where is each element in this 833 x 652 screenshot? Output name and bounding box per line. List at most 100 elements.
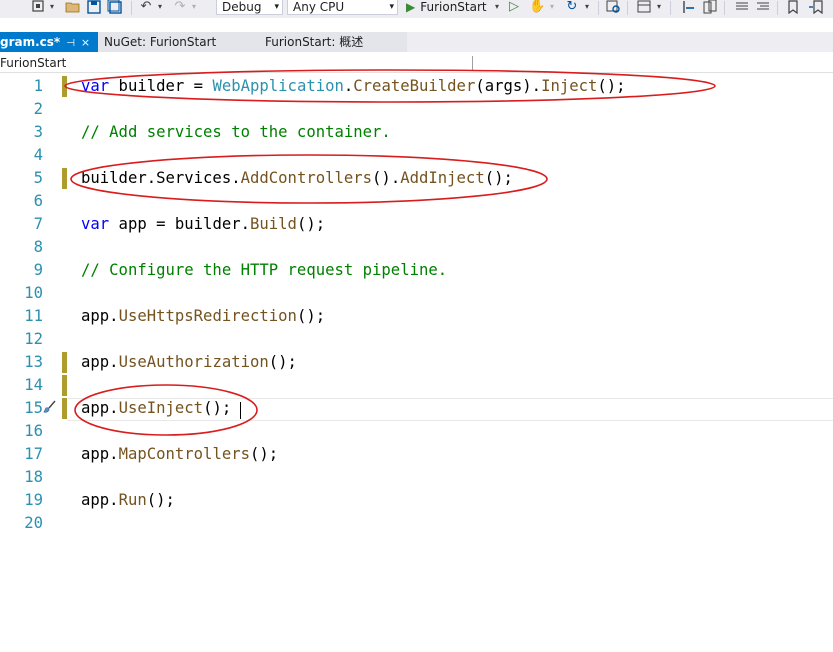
save-icon[interactable] xyxy=(86,0,102,14)
code-line[interactable]: 5 builder.Services.AddControllers().AddIn… xyxy=(0,167,833,190)
code-line[interactable]: 2 xyxy=(0,98,833,121)
code-token: // Add services to the container. xyxy=(81,123,391,141)
redo-icon[interactable]: ↷ xyxy=(172,0,188,14)
code-line[interactable]: 18 xyxy=(0,466,833,489)
toolbar-separator xyxy=(131,1,132,15)
platform-dropdown[interactable]: Any CPU ▾ xyxy=(287,0,398,15)
code-line[interactable]: 13 app.UseAuthorization(); xyxy=(0,351,833,374)
run-target-label: FurionStart xyxy=(420,0,487,14)
chevron-down-icon[interactable]: ▾ xyxy=(655,0,663,14)
code-text[interactable]: var builder = WebApplication.CreateBuild… xyxy=(81,75,626,98)
pin-icon[interactable]: ⊣ xyxy=(66,38,75,49)
code-token: Build xyxy=(250,215,297,233)
code-line[interactable]: 15 app.UseInject(); xyxy=(0,397,833,420)
chevron-down-icon[interactable]: ▾ xyxy=(583,0,591,14)
code-token: app. xyxy=(81,353,119,371)
line-number: 19 xyxy=(24,491,43,509)
code-token: // Configure the HTTP request pipeline. xyxy=(81,261,448,279)
code-token: app = builder. xyxy=(109,215,250,233)
configuration-dropdown[interactable]: Debug ▾ xyxy=(216,0,283,15)
code-line[interactable]: 4 xyxy=(0,144,833,167)
code-line[interactable]: 7 var app = builder.Build(); xyxy=(0,213,833,236)
code-line[interactable]: 3 // Add services to the container. xyxy=(0,121,833,144)
hot-reload-icon[interactable]: ✋ xyxy=(529,0,545,14)
code-line[interactable]: 11 app.UseHttpsRedirection(); xyxy=(0,305,833,328)
toolbar-separator xyxy=(598,1,599,15)
chevron-down-icon: ▾ xyxy=(274,2,279,12)
layout-icon[interactable] xyxy=(636,0,652,14)
save-all-icon[interactable] xyxy=(107,0,123,14)
code-text[interactable]: app.UseHttpsRedirection(); xyxy=(81,305,325,328)
step-icon[interactable] xyxy=(681,0,697,14)
code-token: app. xyxy=(81,399,119,417)
chevron-down-icon: ▾ xyxy=(389,2,394,12)
code-token: UseInject xyxy=(118,399,204,417)
code-text[interactable]: // Configure the HTTP request pipeline. xyxy=(81,259,447,282)
code-line[interactable]: 20 xyxy=(0,512,833,535)
toolbar: ▾ ↶ ▾ ↷ ▾ Debug ▾ Any CPU ▾ ▶ FurionStart… xyxy=(0,0,833,18)
change-marker xyxy=(62,76,67,97)
code-line[interactable]: 17 app.MapControllers(); xyxy=(0,443,833,466)
code-line[interactable]: 14 xyxy=(0,374,833,397)
code-line[interactable]: 9 // Configure the HTTP request pipeline. xyxy=(0,259,833,282)
code-editor[interactable]: 1 var builder = WebApplication.CreateBuil… xyxy=(0,73,833,652)
code-line[interactable]: 16 xyxy=(0,420,833,443)
code-token: var xyxy=(81,215,110,233)
chevron-down-icon[interactable]: ▾ xyxy=(548,0,556,14)
start-debugging-button[interactable]: ▶ FurionStart xyxy=(406,0,487,15)
code-token: (); xyxy=(296,215,326,233)
chevron-down-icon[interactable]: ▾ xyxy=(493,0,501,14)
project-dropdown[interactable]: FurionStart xyxy=(0,56,66,70)
code-text[interactable]: app.UseInject(); xyxy=(81,397,231,420)
code-text[interactable]: var app = builder.Build(); xyxy=(81,213,325,236)
bookmark-icon[interactable] xyxy=(786,0,800,15)
solution-icon[interactable] xyxy=(30,0,46,14)
open-folder-icon[interactable] xyxy=(65,0,81,14)
tab-label: gram.cs* xyxy=(0,35,61,49)
code-line[interactable]: 12 xyxy=(0,328,833,351)
chevron-down-icon[interactable]: ▾ xyxy=(156,0,164,14)
files-icon[interactable] xyxy=(702,0,718,14)
code-token: Run xyxy=(118,491,147,509)
code-text[interactable]: app.UseAuthorization(); xyxy=(81,351,297,374)
code-text[interactable]: app.MapControllers(); xyxy=(81,443,278,466)
close-icon[interactable]: × xyxy=(81,36,90,49)
platform-value: Any CPU xyxy=(293,0,345,14)
code-line[interactable]: 1 var builder = WebApplication.CreateBuil… xyxy=(0,75,833,98)
chevron-down-icon[interactable]: ▾ xyxy=(48,0,56,14)
find-in-files-icon[interactable] xyxy=(605,0,621,14)
tab-furionstart-overview[interactable]: FurionStart: 概述 xyxy=(242,32,407,52)
code-token: app. xyxy=(81,445,119,463)
configuration-value: Debug xyxy=(222,0,262,14)
line-number: 9 xyxy=(33,261,43,279)
code-token: builder = xyxy=(109,77,213,95)
code-line[interactable]: 6 xyxy=(0,190,833,213)
code-token: MapControllers xyxy=(118,445,250,463)
code-token: . xyxy=(343,77,354,95)
code-token: AddControllers xyxy=(240,169,373,187)
code-token: Inject xyxy=(541,77,598,95)
tab-program-cs[interactable]: gram.cs* ⊣ × xyxy=(0,32,98,52)
line-number: 13 xyxy=(24,353,43,371)
refresh-icon[interactable]: ↻ xyxy=(564,0,580,14)
code-text[interactable]: // Add services to the container. xyxy=(81,121,391,144)
comment-icon[interactable] xyxy=(734,0,750,14)
undo-icon[interactable]: ↶ xyxy=(138,0,154,14)
splitter-handle[interactable] xyxy=(472,56,473,70)
bookmark-prev-icon[interactable] xyxy=(808,0,824,15)
line-number: 6 xyxy=(33,192,43,210)
start-without-debugging-icon[interactable]: ▷ xyxy=(507,0,521,14)
change-marker xyxy=(62,168,67,189)
chevron-down-icon[interactable]: ▾ xyxy=(190,0,198,14)
line-number: 8 xyxy=(33,238,43,256)
line-number: 16 xyxy=(24,422,43,440)
line-number: 5 xyxy=(33,169,43,187)
uncomment-icon[interactable] xyxy=(755,0,771,14)
code-line[interactable]: 10 xyxy=(0,282,833,305)
line-number: 20 xyxy=(24,514,43,532)
tab-nuget-furionstart[interactable]: NuGet: FurionStart xyxy=(98,32,242,52)
code-text[interactable]: app.Run(); xyxy=(81,489,175,512)
code-text[interactable]: builder.Services.AddControllers().AddInj… xyxy=(81,167,513,190)
code-line[interactable]: 8 xyxy=(0,236,833,259)
code-line[interactable]: 19 app.Run(); xyxy=(0,489,833,512)
